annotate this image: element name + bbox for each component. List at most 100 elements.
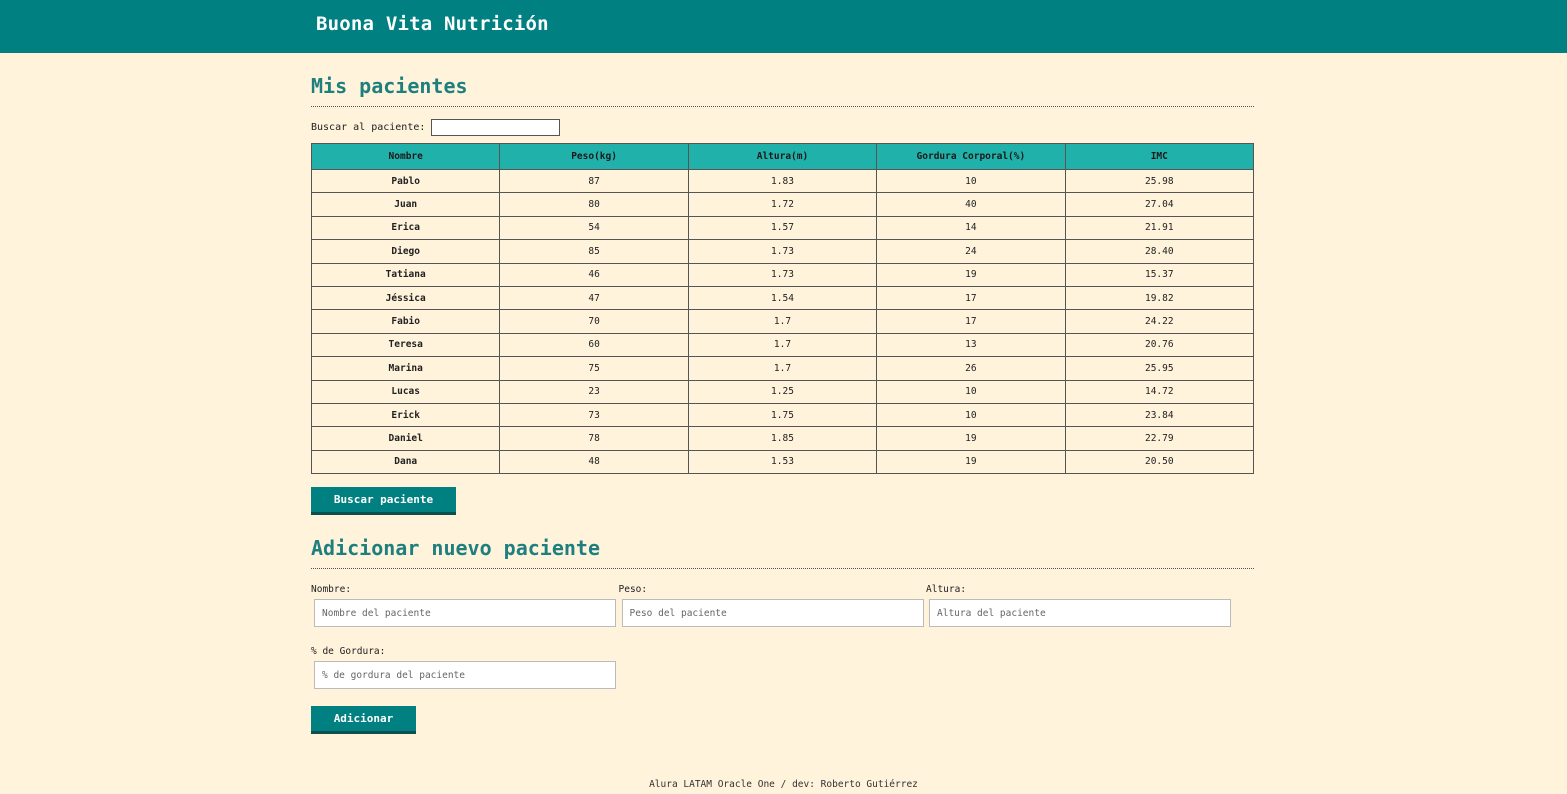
gordura-label: % de Gordura: [311,646,386,658]
cell-peso: 47 [499,285,689,311]
cell-peso: 70 [499,309,689,334]
table-header-row: Nombre Peso(kg) Altura(m) Gordura Corpor… [310,143,1255,170]
gordura-input[interactable] [314,661,616,690]
cell-gordura: 17 [876,285,1066,311]
altura-field-group: Altura: [926,584,1234,628]
cell-gordura: 10 [876,379,1066,404]
cell-peso: 78 [499,426,689,451]
nombre-label: Nombre: [311,584,352,596]
cell-peso: 23 [499,379,689,404]
cell-imc: 24.22 [1064,309,1255,334]
column-header-imc: IMC [1064,143,1255,170]
cell-nombre: Fabio [310,309,501,334]
cell-nombre: Diego [310,239,501,264]
table-row: Fabio 70 1.7 17 24.22 [310,309,1255,334]
top-header: Buona Vita Nutrición [0,0,1567,53]
peso-input[interactable] [621,599,924,628]
cell-gordura: 24 [876,239,1066,264]
table-row: Daniel 78 1.85 19 22.79 [310,426,1255,451]
search-patient-button[interactable]: Buscar paciente [311,487,456,516]
column-header-altura: Altura(m) [687,143,878,170]
cell-imc: 20.76 [1064,332,1255,358]
cell-nombre: Jéssica [310,285,501,311]
cell-altura: 1.54 [687,285,878,311]
add-patient-form: Nombre: Peso: Altura: % de Gordura: Adic… [311,584,1254,735]
cell-imc: 21.91 [1064,215,1255,241]
cell-altura: 1.85 [687,426,878,451]
cell-nombre: Dana [310,449,501,475]
cell-gordura: 13 [876,332,1066,358]
cell-gordura: 19 [876,449,1066,475]
table-row: Jéssica 47 1.54 17 19.82 [310,285,1255,311]
table-row: Erica 54 1.57 14 21.91 [310,215,1255,241]
cell-altura: 1.7 [687,356,878,381]
cell-imc: 23.84 [1064,402,1255,428]
table-row: Marina 75 1.7 26 25.95 [310,356,1255,381]
cell-imc: 27.04 [1064,192,1255,217]
cell-peso: 85 [499,239,689,264]
cell-imc: 19.82 [1064,285,1255,311]
column-header-gordura: Gordura Corporal(%) [876,143,1066,170]
cell-altura: 1.25 [687,379,878,404]
form-row-1: Nombre: Peso: Altura: [311,584,1254,628]
patients-section-title: Mis pacientes [311,53,1254,107]
cell-imc: 25.95 [1064,356,1255,381]
cell-gordura: 19 [876,262,1066,287]
cell-altura: 1.53 [687,449,878,475]
cell-imc: 14.72 [1064,379,1255,404]
cell-nombre: Tatiana [310,262,501,287]
cell-nombre: Erick [310,402,501,428]
cell-peso: 46 [499,262,689,287]
patient-filter-input[interactable] [431,119,561,136]
column-header-peso: Peso(kg) [499,143,689,170]
column-header-nombre: Nombre [310,143,501,170]
table-row: Lucas 23 1.25 10 14.72 [310,379,1255,404]
cell-nombre: Juan [310,192,501,217]
table-row: Erick 73 1.75 10 23.84 [310,402,1255,428]
add-patient-section-title: Adicionar nuevo paciente [311,515,1254,570]
cell-nombre: Pablo [310,168,501,194]
cell-imc: 25.98 [1064,168,1255,194]
cell-altura: 1.7 [687,309,878,334]
cell-gordura: 17 [876,309,1066,334]
peso-field-group: Peso: [619,584,927,628]
table-row: Dana 48 1.53 19 20.50 [310,449,1255,475]
gordura-field-group: % de Gordura: [311,646,619,690]
patients-table-body: Pablo 87 1.83 10 25.98 Juan 80 1.72 40 27.04 Erica… [310,168,1255,475]
cell-peso: 75 [499,356,689,381]
cell-imc: 15.37 [1064,262,1255,287]
cell-altura: 1.72 [687,192,878,217]
cell-altura: 1.7 [687,332,878,358]
nombre-field-group: Nombre: [311,584,619,628]
altura-input[interactable] [929,599,1231,628]
table-row: Teresa 60 1.7 13 20.76 [310,332,1255,358]
table-row: Juan 80 1.72 40 27.04 [310,192,1255,217]
brand-title: Buona Vita Nutrición [316,13,549,35]
main-container: Mis pacientes Buscar al paciente: Nombre… [310,53,1255,735]
table-row: Diego 85 1.73 24 28.40 [310,239,1255,264]
nombre-input[interactable] [314,599,616,628]
cell-peso: 87 [499,168,689,194]
form-row-2: % de Gordura: [311,646,1254,690]
cell-imc: 22.79 [1064,426,1255,451]
cell-gordura: 10 [876,168,1066,194]
footer-credits: Alura LATAM Oracle One / dev: Roberto Gu… [649,779,918,790]
cell-peso: 54 [499,215,689,241]
cell-altura: 1.75 [687,402,878,428]
cell-peso: 60 [499,332,689,358]
cell-imc: 28.40 [1064,239,1255,264]
cell-imc: 20.50 [1064,449,1255,475]
patient-filter-label: Buscar al paciente: [311,122,426,133]
cell-gordura: 26 [876,356,1066,381]
cell-nombre: Erica [310,215,501,241]
cell-altura: 1.73 [687,262,878,287]
cell-gordura: 10 [876,402,1066,428]
altura-label: Altura: [926,584,967,596]
cell-peso: 48 [499,449,689,475]
add-patient-button[interactable]: Adicionar [311,706,416,735]
cell-altura: 1.57 [687,215,878,241]
patients-table: Nombre Peso(kg) Altura(m) Gordura Corpor… [310,143,1255,475]
cell-altura: 1.73 [687,239,878,264]
cell-gordura: 14 [876,215,1066,241]
cell-nombre: Lucas [310,379,501,404]
